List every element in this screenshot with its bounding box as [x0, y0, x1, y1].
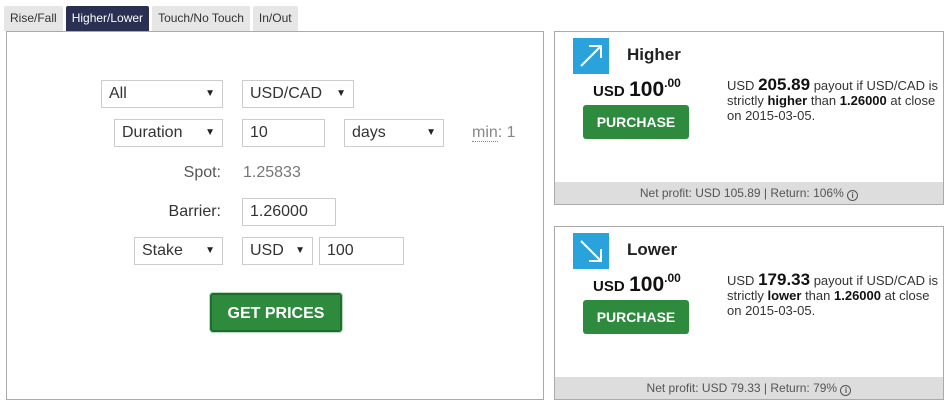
- duration-unit-value: days: [352, 124, 386, 141]
- barrier-value: 1.26000: [834, 288, 881, 303]
- dropdown-arrow-icon: ▼: [205, 88, 215, 99]
- tab-rise-fall[interactable]: Rise/Fall: [4, 6, 63, 31]
- arrow-down-right-icon: [573, 233, 609, 269]
- price-currency: USD: [593, 83, 625, 100]
- dropdown-arrow-icon: ▼: [295, 245, 305, 256]
- dropdown-arrow-icon: ▼: [426, 127, 436, 138]
- desc-text-b: than: [805, 288, 831, 303]
- tab-touch-no-touch[interactable]: Touch/No Touch: [152, 6, 250, 31]
- direction-word: lower: [767, 288, 802, 303]
- price-decimal: .00: [664, 76, 681, 90]
- symbol-select-value: USD/CAD: [250, 85, 323, 102]
- barrier-input-value: 1.26000: [250, 203, 308, 220]
- payout-amount: 179.33: [758, 270, 811, 289]
- price-whole: 100: [629, 273, 665, 296]
- amount-input-value: 100: [327, 242, 354, 259]
- dropdown-arrow-icon: ▼: [205, 127, 215, 138]
- purchase-lower-button[interactable]: PURCHASE: [583, 300, 689, 334]
- contract-description: USD 205.89 payout if USD/CAD is strictly…: [727, 75, 942, 123]
- direction-word: higher: [767, 93, 808, 108]
- barrier-input[interactable]: 1.26000: [242, 198, 336, 226]
- duration-type-value: Duration: [122, 124, 183, 141]
- dropdown-arrow-icon: ▼: [336, 88, 346, 99]
- info-icon[interactable]: i: [847, 190, 859, 201]
- duration-type-select[interactable]: Duration ▼: [114, 119, 223, 147]
- amount-type-select[interactable]: Stake ▼: [134, 237, 223, 265]
- min-duration-value: 1: [506, 124, 516, 141]
- contract-price: USD 100.00: [593, 271, 681, 297]
- duration-unit-select[interactable]: days ▼: [344, 119, 444, 147]
- contract-title: Lower: [627, 240, 678, 259]
- price-whole: 100: [629, 78, 665, 101]
- symbol-select[interactable]: USD/CAD ▼: [242, 80, 354, 108]
- purchase-higher-button[interactable]: PURCHASE: [583, 105, 689, 139]
- contract-price: USD 100.00: [593, 76, 681, 102]
- price-decimal: .00: [664, 271, 681, 285]
- arrow-up-right-icon: [573, 38, 609, 74]
- barrier-label: Barrier:: [168, 203, 221, 220]
- desc-text-b: than: [810, 93, 837, 108]
- min-duration-label: min: [472, 124, 498, 142]
- net-profit-text: Net profit: USD 105.89 | Return: 106%: [639, 186, 844, 200]
- currency-select-value: USD: [250, 242, 284, 259]
- barrier-value: 1.26000: [839, 93, 887, 108]
- net-profit-text: Net profit: USD 79.33 | Return: 79%: [646, 381, 838, 395]
- contract-footer: Net profit: USD 105.89 | Return: 106% i: [555, 182, 943, 204]
- amount-type-value: Stake: [142, 242, 183, 259]
- contract-type-tabs: Rise/Fall Higher/Lower Touch/No Touch In…: [4, 6, 298, 31]
- price-currency: USD: [593, 278, 625, 295]
- tab-higher-lower[interactable]: Higher/Lower: [65, 6, 150, 31]
- desc-currency: USD: [727, 273, 755, 288]
- min-duration-hint: min: 1: [472, 124, 516, 142]
- trade-form-panel: All ▼ USD/CAD ▼ Duration ▼ 10 days ▼ min…: [6, 31, 544, 400]
- contract-card-lower: Lower USD 100.00 PURCHASE USD 179.33 pay…: [554, 226, 944, 400]
- spot-label: Spot:: [183, 164, 221, 181]
- market-select-value: All: [109, 85, 127, 102]
- payout-amount: 205.89: [758, 75, 811, 94]
- currency-select[interactable]: USD ▼: [242, 237, 313, 265]
- contract-card-higher: Higher USD 100.00 PURCHASE USD 205.89 pa…: [554, 31, 944, 205]
- get-prices-button[interactable]: GET PRICES: [210, 293, 342, 332]
- contract-title: Higher: [627, 45, 681, 64]
- market-select[interactable]: All ▼: [101, 80, 223, 108]
- duration-input[interactable]: 10: [242, 119, 325, 147]
- info-icon[interactable]: i: [840, 385, 852, 396]
- dropdown-arrow-icon: ▼: [205, 245, 215, 256]
- spot-value: 1.25833: [243, 164, 301, 181]
- contract-description: USD 179.33 payout if USD/CAD is strictly…: [727, 270, 942, 318]
- amount-input[interactable]: 100: [319, 237, 404, 265]
- desc-currency: USD: [727, 78, 755, 93]
- duration-input-value: 10: [250, 124, 268, 141]
- contract-footer: Net profit: USD 79.33 | Return: 79% i: [555, 377, 943, 399]
- tab-in-out[interactable]: In/Out: [252, 6, 298, 31]
